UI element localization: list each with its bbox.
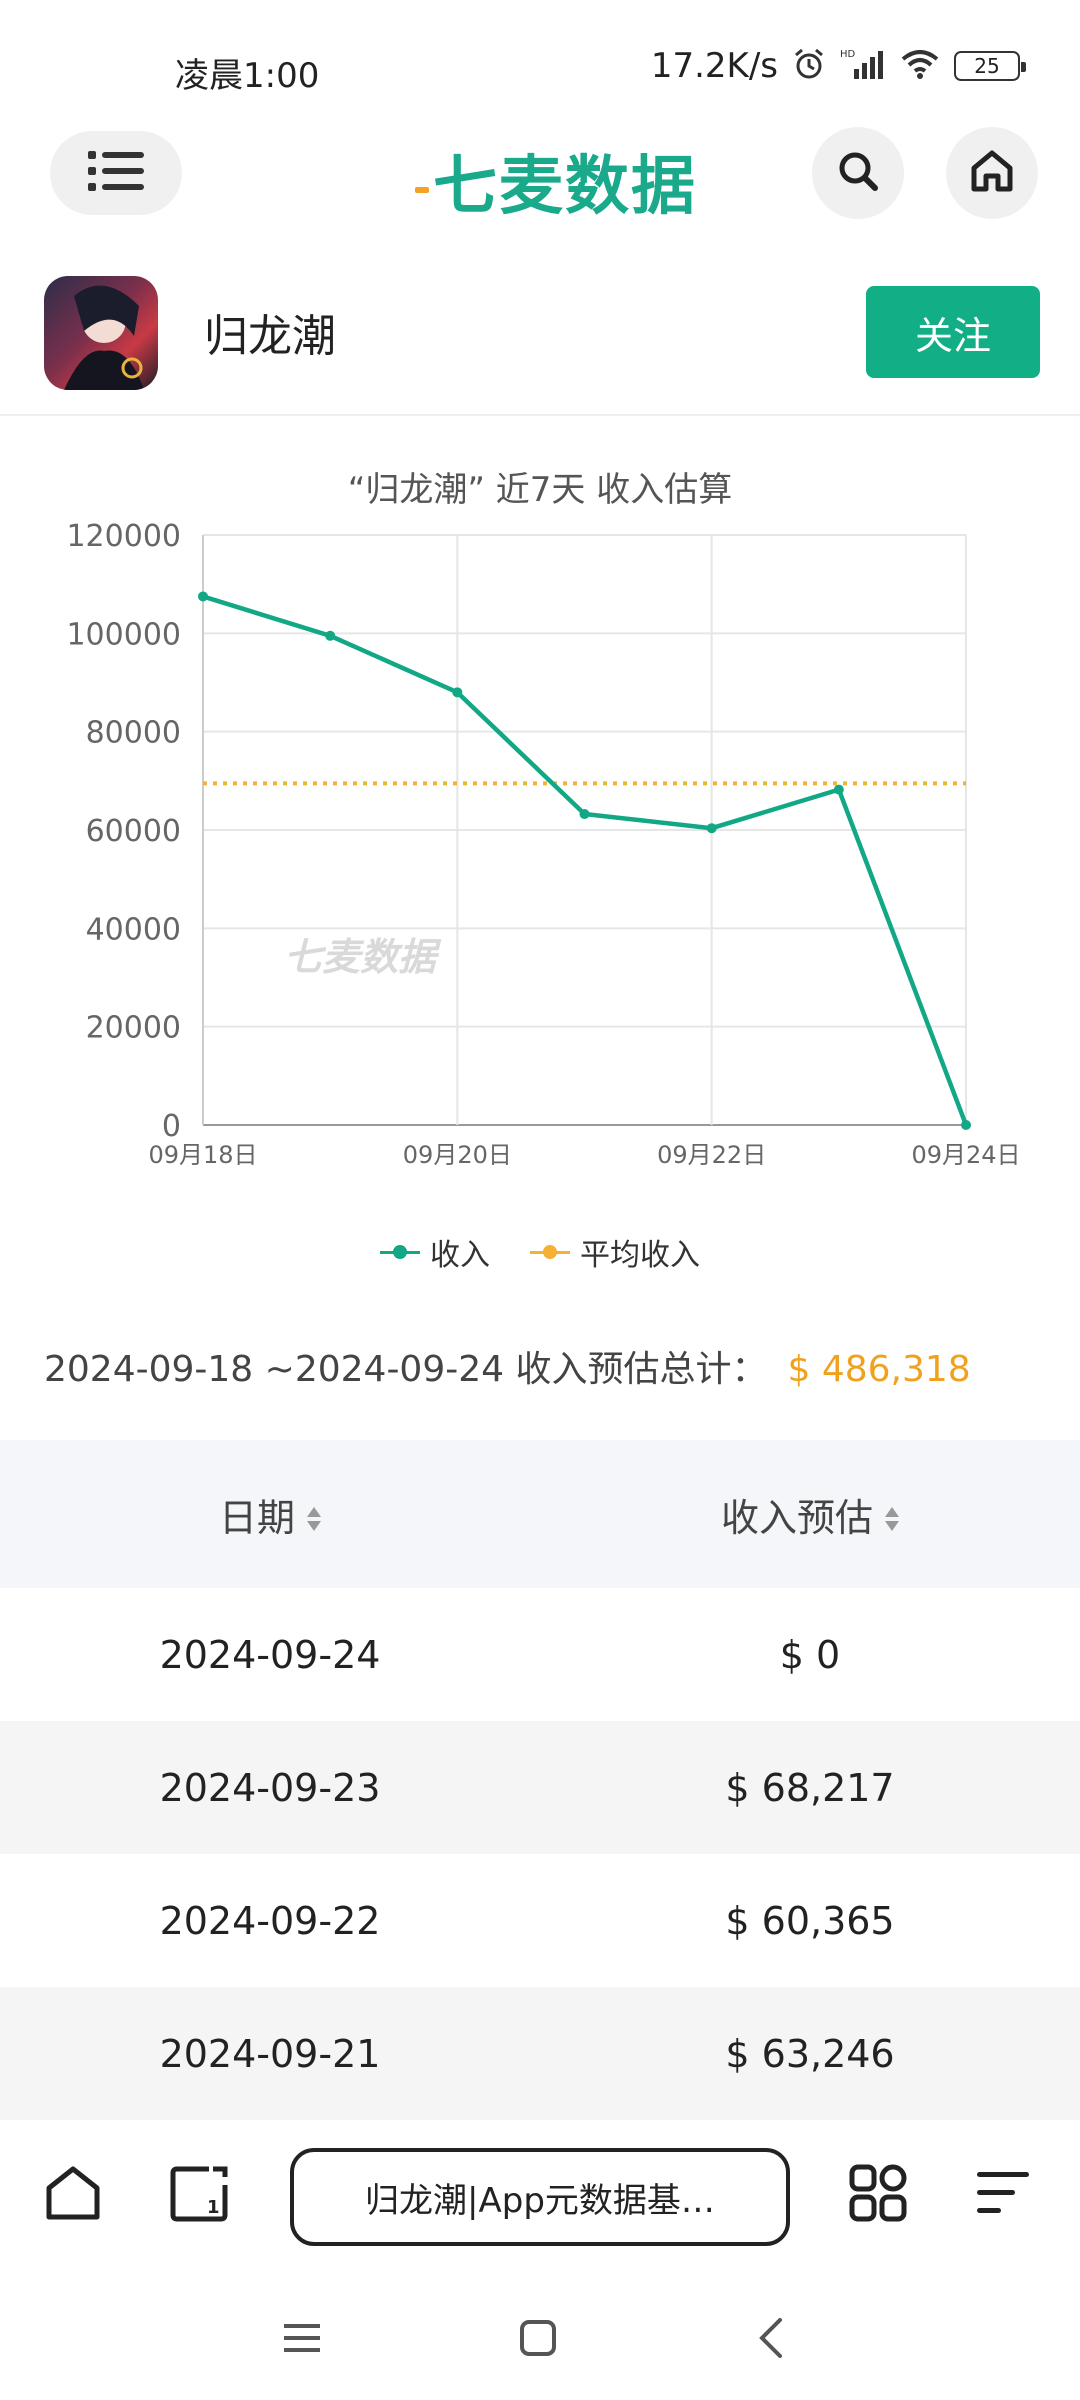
chart-canvas: 0 20000 40000 60000 80000 100000 120000 09月18日 0…: [66, 519, 1020, 1169]
column-header-date-label: 日期: [218, 1495, 295, 1540]
home-button[interactable]: [946, 127, 1038, 219]
wifi-icon: [900, 47, 940, 85]
table-row: 2024-09-23 $ 68,217: [0, 1721, 1080, 1854]
cell-revenue: $ 68,217: [725, 1765, 895, 1810]
x-tick-label: 09月20日: [403, 1141, 512, 1169]
table-row: 2024-09-24 $ 0: [0, 1588, 1080, 1721]
table-row: 2024-09-21 $ 63,246: [0, 1987, 1080, 2120]
cell-date: 2024-09-24: [159, 1632, 381, 1677]
app-name: 归龙潮: [204, 311, 336, 362]
browser-menu-button[interactable]: [968, 2160, 1038, 2230]
grid-icon: [848, 2163, 908, 2227]
browser-toolbar: 1 归龙潮|App元数据基…: [0, 2120, 1080, 2280]
y-tick-label: 20000: [86, 1011, 181, 1046]
x-tick-label: 09月18日: [148, 1141, 257, 1169]
follow-button[interactable]: 关注: [866, 286, 1040, 378]
legend-item-average[interactable]: 平均收入: [530, 1230, 700, 1274]
x-tick-label: 09月22日: [657, 1141, 766, 1169]
legend-label-average: 平均收入: [580, 1238, 700, 1273]
data-point: [325, 630, 336, 641]
data-point: [198, 591, 208, 602]
y-tick-label: 120000: [66, 519, 181, 554]
back-button[interactable]: [742, 2310, 802, 2370]
revenue-summary: 2024-09-18 ~2024-09-24 收入预估总计： $ 486,318: [44, 1340, 971, 1392]
legend-item-income[interactable]: 收入: [380, 1230, 490, 1274]
system-navigation: [0, 2290, 1080, 2400]
signal-icon: HD: [840, 47, 886, 85]
home-icon: [43, 2164, 103, 2226]
cell-date: 2024-09-23: [159, 1765, 381, 1810]
cell-revenue: $ 63,246: [725, 2031, 895, 2076]
chart-legend: 收入 平均收入: [0, 1230, 1080, 1274]
menu-icon: [973, 2168, 1033, 2222]
svg-text:1: 1: [207, 2197, 220, 2218]
legend-marker-income: [380, 1242, 420, 1262]
cell-date: 2024-09-22: [159, 1898, 381, 1943]
system-home-button[interactable]: [508, 2310, 568, 2370]
tabs-icon: 1: [169, 2163, 229, 2227]
cell-revenue: $ 0: [779, 1632, 841, 1677]
y-tick-label: 80000: [86, 716, 181, 751]
data-point: [833, 784, 844, 795]
sort-icon: [307, 1505, 321, 1535]
search-button[interactable]: [812, 127, 904, 219]
sort-icon: [885, 1505, 899, 1535]
svg-text:HD: HD: [840, 49, 856, 60]
series-income-line: [202, 594, 969, 1126]
hamburger-icon: [282, 2320, 322, 2360]
recents-button[interactable]: [272, 2310, 332, 2370]
data-point: [706, 823, 717, 834]
column-header-revenue-label: 收入预估: [720, 1495, 873, 1540]
summary-total: $ 486,318: [787, 1349, 971, 1390]
legend-marker-average: [530, 1242, 570, 1262]
search-icon: [836, 149, 880, 197]
status-icons: 17.2K/s HD 25: [650, 46, 1026, 86]
battery-indicator: 25: [954, 51, 1026, 81]
revenue-chart: “归龙潮” 近7天 收入估算 0 20000 40000 60000 80000 1000…: [0, 440, 1080, 1280]
chevron-left-icon: [754, 2316, 790, 2364]
network-speed: 17.2K/s: [650, 46, 778, 86]
cell-date: 2024-09-21: [159, 2031, 381, 2076]
menu-button[interactable]: [50, 131, 182, 215]
column-header-revenue[interactable]: 收入预估: [540, 1487, 1080, 1542]
list-icon: [88, 149, 144, 197]
logo-accent: [415, 187, 429, 194]
app-info-bar: 归龙潮 关注: [0, 270, 1080, 416]
browser-tabs-button[interactable]: 1: [164, 2160, 234, 2230]
address-bar[interactable]: 归龙潮|App元数据基…: [290, 2148, 790, 2246]
summary-range-label: 2024-09-18 ~2024-09-24 收入预估总计：: [44, 1349, 768, 1390]
y-tick-label: 40000: [86, 912, 181, 947]
cell-revenue: $ 60,365: [725, 1898, 895, 1943]
square-icon: [518, 2318, 558, 2362]
alarm-icon: [792, 47, 826, 85]
app-icon[interactable]: [44, 276, 158, 390]
site-logo[interactable]: 七麦数据: [415, 135, 697, 227]
y-tick-label: 100000: [66, 617, 181, 652]
table-row: 2024-09-22 $ 60,365: [0, 1854, 1080, 1987]
browser-home-button[interactable]: [38, 2160, 108, 2230]
chart-watermark: 七麦数据: [284, 935, 442, 979]
legend-label-income: 收入: [430, 1238, 490, 1273]
column-header-date[interactable]: 日期: [0, 1487, 540, 1542]
site-header: 七麦数据: [0, 125, 1080, 225]
status-bar: 凌晨1:00 17.2K/s HD 25: [0, 0, 1080, 110]
y-tick-label: 0: [162, 1109, 181, 1144]
logo-text: 七麦数据: [433, 150, 697, 224]
data-point: [579, 809, 590, 820]
data-point: [961, 1120, 971, 1130]
y-tick-label: 60000: [86, 814, 181, 849]
home-icon: [968, 148, 1016, 198]
data-point: [452, 687, 463, 698]
status-time: 凌晨1:00: [175, 56, 320, 96]
table-header: 日期 收入预估: [0, 1440, 1080, 1588]
x-tick-label: 09月24日: [911, 1141, 1020, 1169]
revenue-table: 日期 收入预估 2024-09-24 $ 0 2024-09-23 $ 68,2…: [0, 1440, 1080, 2120]
browser-apps-button[interactable]: [843, 2160, 913, 2230]
